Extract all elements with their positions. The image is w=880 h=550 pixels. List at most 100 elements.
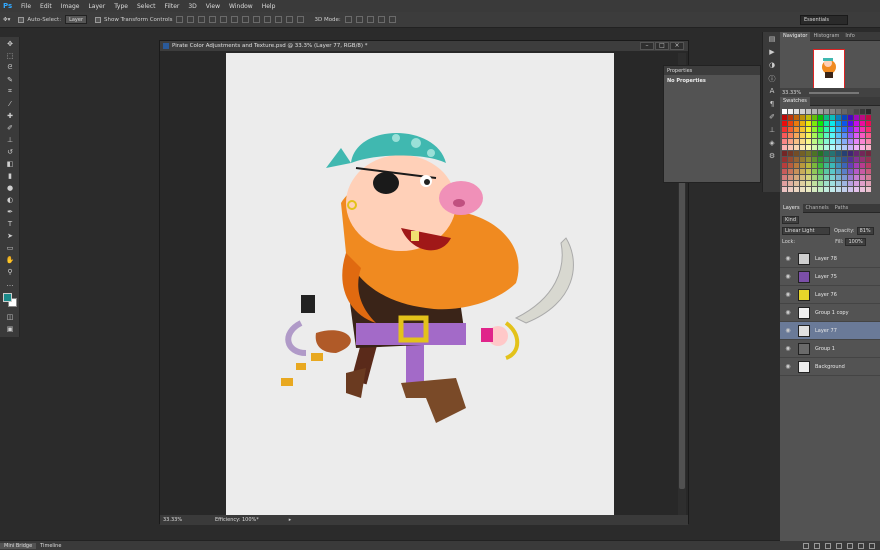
swatch[interactable] (854, 109, 859, 114)
align-right-icon[interactable] (231, 16, 239, 23)
swatch[interactable] (800, 163, 805, 168)
link-layers-icon[interactable] (803, 542, 809, 549)
swatch[interactable] (848, 175, 853, 180)
zoom-tool-icon[interactable]: ⚲ (4, 266, 16, 277)
visibility-eye-icon[interactable]: ◉ (784, 309, 792, 317)
navigator-zoom-value[interactable]: 33.33% (782, 90, 801, 96)
swatch[interactable] (782, 151, 787, 156)
swatch[interactable] (836, 115, 841, 120)
swatch[interactable] (830, 175, 835, 180)
crop-tool-icon[interactable]: ⌗ (4, 86, 16, 97)
swatch[interactable] (842, 163, 847, 168)
swatch[interactable] (824, 115, 829, 120)
swatch[interactable] (788, 169, 793, 174)
swatch[interactable] (854, 175, 859, 180)
swatch[interactable] (848, 157, 853, 162)
brush-tool-icon[interactable]: ✐ (4, 122, 16, 133)
auto-select-dropdown[interactable]: Layer (65, 15, 88, 24)
swatch[interactable] (830, 187, 835, 192)
swatch[interactable] (836, 133, 841, 138)
swatch[interactable] (830, 127, 835, 132)
swatch[interactable] (818, 109, 823, 114)
document-canvas[interactable] (226, 53, 614, 515)
swatch[interactable] (800, 187, 805, 192)
swatch[interactable] (830, 151, 835, 156)
swatch[interactable] (830, 121, 835, 126)
swatch[interactable] (818, 151, 823, 156)
swatch[interactable] (848, 115, 853, 120)
swatch[interactable] (848, 139, 853, 144)
swatch[interactable] (860, 115, 865, 120)
document-titlebar[interactable]: Pirate Color Adjustments and Texture.psd… (160, 41, 688, 51)
swatch[interactable] (824, 181, 829, 186)
move-tool-icon[interactable]: ✥▾ (3, 17, 10, 23)
swatch[interactable] (812, 181, 817, 186)
screen-mode-icon[interactable]: ▣ (4, 323, 16, 334)
swatch[interactable] (818, 181, 823, 186)
swatch[interactable] (866, 187, 871, 192)
swatch[interactable] (788, 109, 793, 114)
distribute-bottom-icon[interactable] (264, 16, 272, 23)
swatch[interactable] (788, 115, 793, 120)
swatch[interactable] (800, 169, 805, 174)
swatch[interactable] (836, 181, 841, 186)
actions-icon[interactable]: ▶ (767, 48, 777, 58)
tab-paths[interactable]: Paths (832, 204, 852, 213)
swatch[interactable] (854, 187, 859, 192)
layer-row[interactable]: ◉ Layer 76 (780, 286, 880, 304)
swatch[interactable] (800, 151, 805, 156)
swatch[interactable] (794, 121, 799, 126)
swatch[interactable] (854, 145, 859, 150)
swatch[interactable] (806, 151, 811, 156)
lasso-tool-icon[interactable]: ᘓ (4, 62, 16, 73)
align-hcenter-icon[interactable] (220, 16, 228, 23)
visibility-eye-icon[interactable]: ◉ (784, 291, 792, 299)
visibility-eye-icon[interactable]: ◉ (784, 327, 792, 335)
tool-presets-icon[interactable]: ⚙ (767, 152, 777, 162)
tab-timeline[interactable]: Timeline (36, 543, 65, 549)
menu-help[interactable]: Help (262, 3, 276, 10)
swatch[interactable] (836, 139, 841, 144)
layer-filter-kind[interactable]: Kind (782, 215, 800, 224)
swatch[interactable] (848, 145, 853, 150)
swatch[interactable] (824, 145, 829, 150)
swatch[interactable] (824, 109, 829, 114)
healing-brush-tool-icon[interactable]: ✚ (4, 110, 16, 121)
swatch[interactable] (866, 133, 871, 138)
swatch[interactable] (842, 187, 847, 192)
swatch[interactable] (800, 127, 805, 132)
swatch[interactable] (818, 163, 823, 168)
swatch[interactable] (824, 133, 829, 138)
layer-row[interactable]: ◉ Group 1 (780, 340, 880, 358)
swatch[interactable] (866, 139, 871, 144)
swatch[interactable] (812, 109, 817, 114)
swatch[interactable] (848, 169, 853, 174)
swatch[interactable] (788, 163, 793, 168)
swatch[interactable] (782, 133, 787, 138)
swatch[interactable] (842, 169, 847, 174)
swatch[interactable] (806, 187, 811, 192)
menu-window[interactable]: Window (229, 3, 253, 10)
swatch[interactable] (866, 151, 871, 156)
layer-row[interactable]: ◉ Layer 78 (780, 250, 880, 268)
swatch[interactable] (794, 169, 799, 174)
character-icon[interactable]: A (767, 87, 777, 97)
swatch[interactable] (866, 127, 871, 132)
swatch[interactable] (848, 121, 853, 126)
swatch[interactable] (812, 175, 817, 180)
swatch[interactable] (818, 121, 823, 126)
swatch[interactable] (866, 121, 871, 126)
swatch[interactable] (800, 157, 805, 162)
swatch[interactable] (824, 139, 829, 144)
swatch[interactable] (800, 139, 805, 144)
swatch[interactable] (812, 145, 817, 150)
swatch[interactable] (794, 163, 799, 168)
adjustment-layer-icon[interactable] (836, 542, 842, 549)
swatch[interactable] (848, 133, 853, 138)
blur-tool-icon[interactable]: ● (4, 182, 16, 193)
swatch[interactable] (860, 109, 865, 114)
swatch[interactable] (806, 121, 811, 126)
swatch[interactable] (806, 181, 811, 186)
swatch[interactable] (842, 121, 847, 126)
swatch[interactable] (854, 163, 859, 168)
